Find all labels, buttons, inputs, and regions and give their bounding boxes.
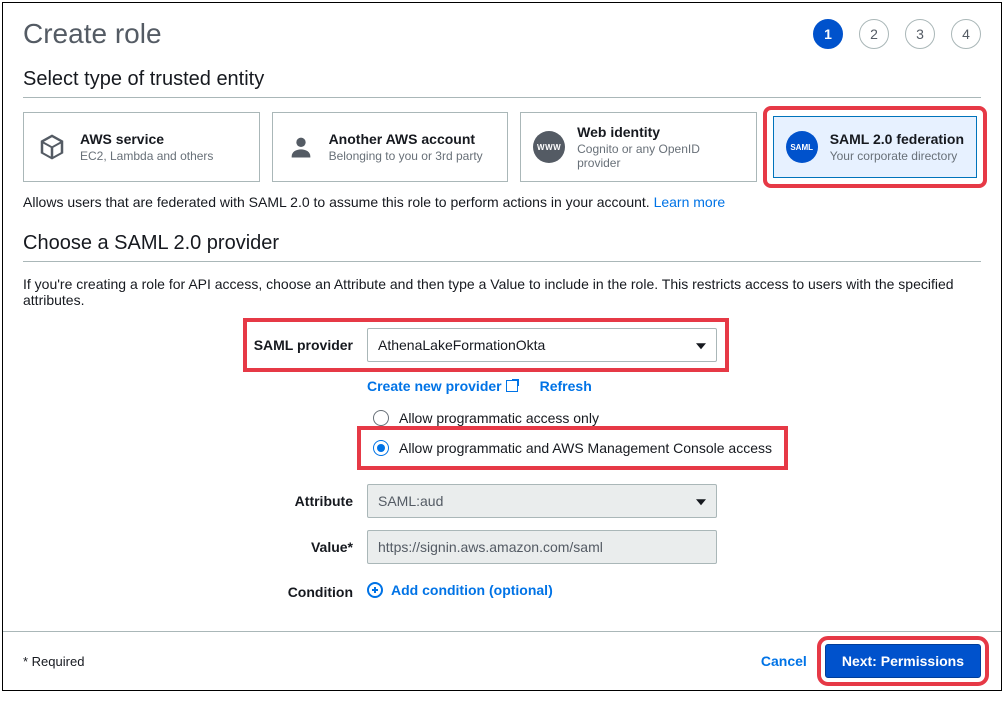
card-saml-federation[interactable]: SAML SAML 2.0 federation Your corporate … [773, 116, 977, 178]
www-icon: WWW [533, 131, 565, 163]
card-aws-service[interactable]: AWS service EC2, Lambda and others [23, 112, 260, 182]
required-note: * Required [23, 654, 84, 669]
page-title: Create role [23, 18, 162, 50]
card-another-account[interactable]: Another AWS account Belonging to you or … [272, 112, 509, 182]
radio-label: Allow programmatic access only [399, 410, 599, 426]
value-input [367, 530, 717, 564]
section-saml-provider-title: Choose a SAML 2.0 provider [23, 232, 981, 255]
card-subtitle: EC2, Lambda and others [80, 149, 213, 163]
divider [23, 261, 981, 262]
card-subtitle: Belonging to you or 3rd party [329, 149, 483, 163]
step-indicator: 1 2 3 4 [813, 19, 981, 49]
label-condition: Condition [23, 584, 353, 600]
refresh-link[interactable]: Refresh [540, 378, 592, 394]
attribute-select: SAML:aud [367, 484, 717, 518]
card-title: Another AWS account [329, 131, 483, 147]
cancel-button[interactable]: Cancel [761, 653, 807, 669]
step-3[interactable]: 3 [905, 19, 935, 49]
plus-icon [367, 582, 383, 598]
create-new-provider-link[interactable]: Create new provider [367, 378, 518, 394]
entity-description: Allows users that are federated with SAM… [23, 194, 981, 210]
attribute-value: SAML:aud [378, 493, 443, 509]
step-2[interactable]: 2 [859, 19, 889, 49]
section-help-text: If you're creating a role for API access… [23, 276, 981, 308]
card-web-identity[interactable]: WWW Web identity Cognito or any OpenID p… [520, 112, 757, 182]
radio-icon [373, 410, 389, 426]
step-4[interactable]: 4 [951, 19, 981, 49]
saml-provider-value: AthenaLakeFormationOkta [378, 337, 545, 353]
person-icon [285, 131, 317, 163]
learn-more-link[interactable]: Learn more [654, 194, 726, 210]
card-subtitle: Cognito or any OpenID provider [577, 142, 744, 170]
divider [23, 97, 981, 98]
radio-label: Allow programmatic and AWS Management Co… [399, 440, 772, 456]
label-value: Value* [23, 539, 353, 555]
card-title: SAML 2.0 federation [830, 131, 964, 147]
saml-provider-select[interactable]: AthenaLakeFormationOkta [367, 328, 717, 362]
create-new-provider-label: Create new provider [367, 378, 502, 394]
card-title: AWS service [80, 131, 213, 147]
cube-icon [36, 131, 68, 163]
section-trusted-entity-title: Select type of trusted entity [23, 68, 981, 91]
external-link-icon [506, 380, 518, 392]
add-condition-label: Add condition (optional) [391, 582, 553, 598]
card-title: Web identity [577, 124, 744, 140]
add-condition-link[interactable]: Add condition (optional) [367, 582, 553, 598]
radio-programmatic-console[interactable]: Allow programmatic and AWS Management Co… [367, 436, 778, 460]
desc-text: Allows users that are federated with SAM… [23, 194, 654, 210]
card-subtitle: Your corporate directory [830, 149, 964, 163]
label-saml-provider: SAML provider [253, 337, 353, 353]
step-1[interactable]: 1 [813, 19, 843, 49]
radio-icon [373, 440, 389, 456]
next-permissions-button[interactable]: Next: Permissions [825, 644, 981, 678]
saml-icon: SAML [786, 131, 818, 163]
label-attribute: Attribute [23, 493, 353, 509]
